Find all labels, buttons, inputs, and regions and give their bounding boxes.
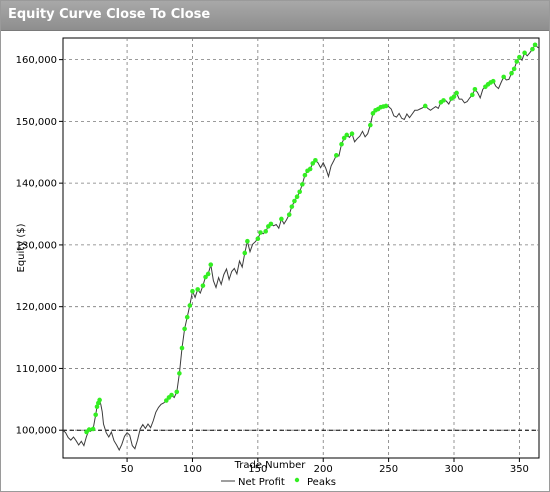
peak-point [514, 59, 520, 64]
peak-point [90, 426, 96, 432]
window-title: Equity Curve Close To Close [8, 7, 211, 22]
peak-point [86, 427, 92, 432]
x-axis-label: Trade Number [234, 460, 307, 471]
peak-point [441, 98, 446, 103]
peak-point [184, 314, 190, 320]
peak-point [339, 141, 344, 147]
peak-point [349, 131, 355, 137]
peak-point [313, 157, 318, 163]
equity-chart: 100,000110,000120,000130,000140,000150,0… [16, 37, 540, 488]
peak-point [294, 194, 300, 200]
peak-point [501, 74, 506, 80]
peak-point [258, 230, 263, 235]
peak-point [522, 50, 527, 56]
peak-point [532, 42, 538, 48]
legend-peaks-label: Peaks [307, 477, 336, 488]
peak-point [97, 397, 102, 403]
x-tick-label: 350 [510, 464, 529, 475]
peak-point [383, 103, 389, 109]
window-titlebar: Equity Curve Close To Close [1, 1, 549, 31]
peak-point [245, 238, 250, 244]
peak-point [289, 204, 295, 209]
x-axis-ticks: 50 100 150 200 250 300 350 [121, 458, 529, 475]
y-tick-label: 120,000 [16, 302, 57, 313]
peak-point [268, 221, 274, 227]
peak-point [490, 78, 496, 84]
peak-point [517, 54, 522, 60]
peak-point [177, 371, 182, 376]
peak-point [255, 236, 261, 242]
x-tick-label: 250 [379, 464, 398, 475]
peak-point [205, 271, 211, 277]
peak-point [263, 229, 268, 234]
legend-peaks-swatch [294, 477, 300, 483]
peak-point [93, 412, 98, 418]
peak-point [200, 283, 206, 288]
peak-point [208, 262, 214, 267]
peak-point [334, 153, 339, 158]
peak-point [470, 92, 475, 98]
peak-point [195, 287, 200, 292]
peak-point [174, 389, 180, 395]
peak-point [472, 86, 478, 92]
y-tick-label: 150,000 [16, 117, 57, 128]
peak-point [187, 303, 193, 308]
peak-point [286, 212, 292, 217]
x-tick-label: 100 [183, 464, 202, 475]
legend-net-profit-label: Net Profit [238, 477, 285, 488]
x-tick-label: 200 [314, 464, 333, 475]
peak-point [300, 182, 305, 187]
peak-point [454, 90, 459, 96]
peak-point [182, 326, 187, 332]
x-tick-label: 300 [444, 464, 463, 475]
peak-point [279, 216, 284, 222]
peak-point [530, 46, 535, 52]
peak-point [302, 172, 308, 178]
peak-point [242, 250, 248, 256]
y-axis-label: Equity ($) [16, 223, 27, 272]
peak-point [179, 345, 185, 351]
peak-point [169, 392, 174, 398]
peak-point [368, 122, 373, 128]
peak-point [297, 189, 302, 195]
peak-point [190, 288, 195, 294]
peak-point [451, 94, 457, 99]
legend: Net Profit Peaks [221, 477, 336, 488]
peak-point [292, 198, 297, 204]
y-tick-label: 110,000 [16, 364, 57, 375]
peak-point [511, 66, 517, 72]
peak-point [344, 132, 350, 138]
y-tick-label: 100,000 [16, 426, 57, 437]
peak-point [509, 70, 514, 76]
peak-point [422, 103, 428, 109]
y-tick-label: 140,000 [16, 179, 57, 190]
x-tick-label: 50 [121, 464, 134, 475]
peak-point [307, 166, 313, 172]
y-tick-label: 160,000 [16, 55, 57, 66]
